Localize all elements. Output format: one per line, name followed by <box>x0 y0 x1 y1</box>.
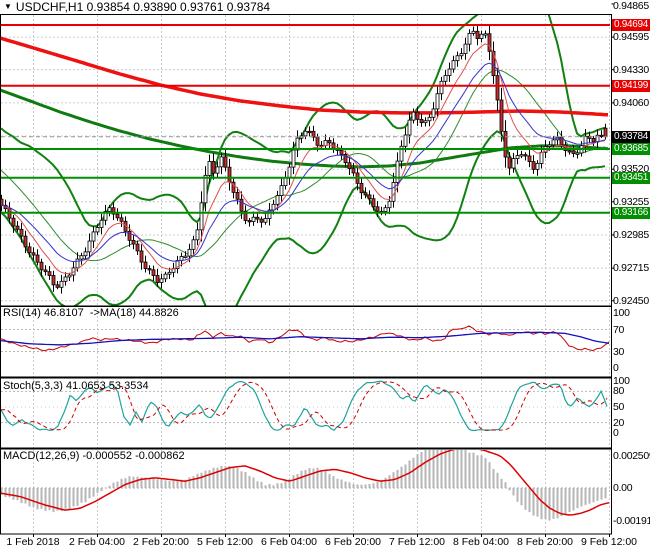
chart-canvas[interactable] <box>0 0 650 550</box>
trading-chart-window[interactable]: ▼ USDCHF,H1 0.93854 0.93890 0.93761 0.93… <box>0 0 650 550</box>
